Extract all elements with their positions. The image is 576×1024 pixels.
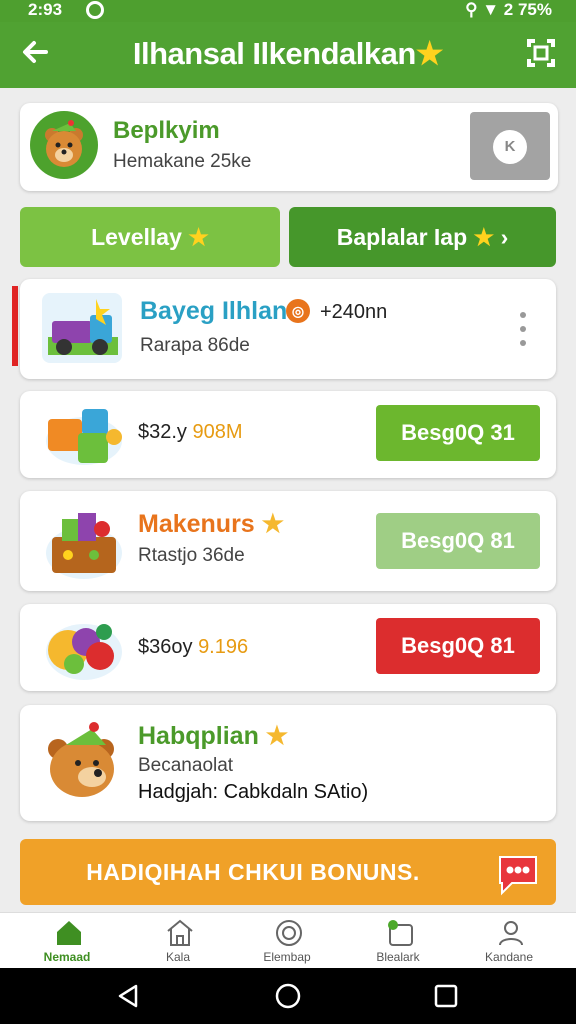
bonus-label: HADIQIHAH CHKUI BONUNS. [86,859,420,885]
system-nav-bar [0,968,576,1024]
nav-label: Elembap [263,950,311,964]
status-bar: 2:93 ⚲ ▼ 2 75% [0,0,576,22]
app-bar: Ilhansal Ilkendalkan★ [0,22,576,88]
nav-label: Blealark [376,950,420,964]
profile-card[interactable]: Beplkyim Hemakane 25ke K [20,103,558,191]
nav-label: Kala [165,950,191,964]
status-indicators: ⚲ ▼ 2 75% [465,0,552,19]
buy-button[interactable]: Besg0Q 31 [376,405,540,461]
tab-rewards[interactable]: Baplalar Iap ★ › [289,207,556,267]
home-icon [54,918,84,948]
truck-icon [40,291,124,365]
profile-subtitle: Hemakane 25ke [113,151,252,172]
bear-icon [42,715,122,805]
item-title-text: Habqplian [138,722,259,750]
item-subtitle: Becanaolat [138,755,234,776]
chevron-right-icon: › [500,224,509,250]
profile-action-button[interactable]: K [470,112,550,180]
item-title: Makenurs ★ [138,509,284,539]
puzzle-blocks-icon [44,401,124,467]
bonus-banner[interactable]: HADIQIHAH CHKUI BONUNS. [20,839,556,905]
item-title: Habqplian ★ [138,721,288,751]
item-price: $32.y 908M [138,421,243,444]
tab-levels[interactable]: Levellay ★ [20,207,280,267]
page-title-text: Ilhansal Ilkendalkan [132,36,416,71]
nav-label: Kandane [484,950,534,964]
nav-label: Nemaad [43,950,91,964]
chat-bubble-icon[interactable] [492,847,544,899]
item-price-accent: 9.196 [198,636,249,658]
system-back-icon[interactable] [114,982,142,1010]
buy-button[interactable]: Besg0Q 81 [376,618,540,674]
page-title: Ilhansal Ilkendalkan★ [0,36,576,72]
bottom-nav: Nemaad Kala Elembap Blealark Kandane [0,912,576,968]
whatsapp-icon [86,1,104,19]
more-options-icon[interactable] [520,311,526,347]
gift-icon [385,918,415,948]
list-item[interactable]: $32.y 908M Besg0Q 31 [20,391,556,478]
star-icon: ★ [261,510,285,538]
star-icon: ★ [415,36,444,71]
candy-icon [44,612,124,684]
selected-indicator [12,286,18,366]
item-price-value: $32.y [138,421,187,443]
status-time: 2:93 [28,0,63,19]
rewards-icon [274,918,304,948]
nav-profile[interactable]: Kandane [459,913,559,969]
item-price-accent: 908M [192,421,243,443]
list-item[interactable]: Bayeg Ilhlan ◎ +240nn Rarapa 86de [20,279,556,379]
nav-home[interactable]: Nemaad [17,913,117,969]
star-icon: ★ [473,224,495,250]
profile-action-icon: K [493,130,527,164]
list-item[interactable]: $36oy 9.196 Besg0Q 81 [20,604,556,691]
item-detail: Hadgjah: Cabkdaln SAtio) [138,781,369,803]
system-recents-icon[interactable] [432,982,460,1010]
toy-box-icon [44,501,124,581]
tab-rewards-label: Baplalar Iap [336,224,468,250]
buy-button[interactable]: Besg0Q 81 [376,513,540,569]
item-badge: +240nn [320,301,388,323]
profile-name: Beplkyim [113,117,220,144]
star-icon: ★ [188,224,209,250]
nav-store[interactable]: Kala [128,913,228,969]
item-title: Bayeg Ilhlan [140,297,288,325]
nav-rewards[interactable]: Elembap [237,913,337,969]
fullscreen-icon[interactable] [524,36,558,70]
item-price: $36oy 9.196 [138,636,248,659]
item-subtitle: Rtastjo 36de [138,545,245,566]
tab-levels-label: Levellay [91,224,182,250]
list-item[interactable]: Habqplian ★ Becanaolat Hadgjah: Cabkdaln… [20,705,556,821]
store-icon [165,918,195,948]
bear-avatar-icon [30,111,98,179]
item-price-value: $36oy [138,636,193,658]
item-title-text: Makenurs [138,510,255,538]
list-item[interactable]: Makenurs ★ Rtastjo 36de Besg0Q 81 [20,491,556,591]
star-icon: ★ [265,722,289,750]
profile-icon [496,918,526,948]
coin-icon: ◎ [286,299,310,323]
system-home-icon[interactable] [274,982,302,1010]
nav-gifts[interactable]: Blealark [348,913,448,969]
item-subtitle: Rarapa 86de [140,335,250,356]
